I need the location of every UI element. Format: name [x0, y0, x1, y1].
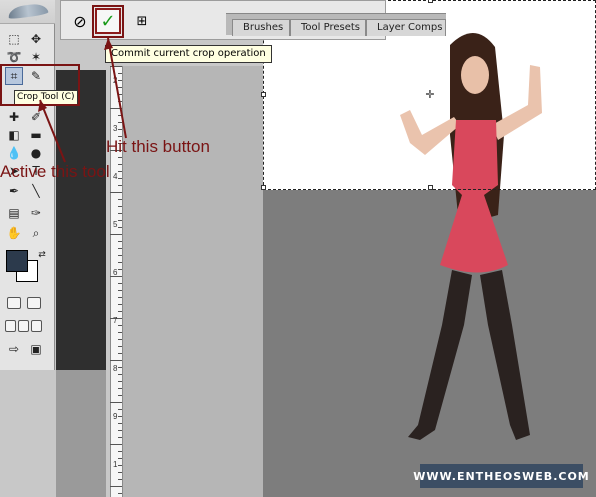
arrow-to-commit — [107, 37, 127, 139]
arrow-head-tool — [38, 100, 47, 112]
arrow-head-commit — [104, 38, 113, 50]
watermark: WWW.ENTHEOSWEB.COM — [413, 464, 589, 488]
hit-button-label: Hit this button — [106, 137, 210, 156]
active-tool-label: Active this tool — [0, 162, 110, 181]
annotation-arrows — [38, 37, 127, 163]
